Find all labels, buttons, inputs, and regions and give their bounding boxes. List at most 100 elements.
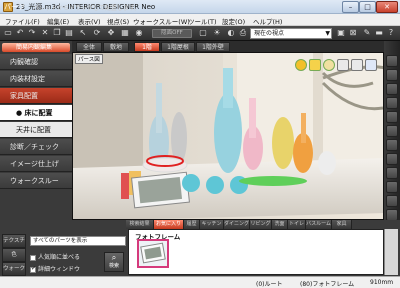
search-icon: ⌕: [111, 253, 117, 262]
fit-icon[interactable]: [365, 59, 377, 71]
hidden-surface-toggle[interactable]: 隠面OFF: [152, 29, 192, 38]
menu-bar: ファイル(F) 編集(E) 表示(V) 視点(S) ウォークスルー(W) ツール…: [0, 14, 400, 26]
delete-icon[interactable]: ✕: [40, 28, 50, 38]
redo-icon[interactable]: ↷: [27, 28, 37, 38]
tool-material-icon[interactable]: [386, 153, 398, 165]
parts-catalog: フォトフレーム: [128, 229, 384, 275]
photo-frame-thumbnail[interactable]: [137, 239, 169, 268]
checkbox-box[interactable]: [30, 254, 36, 261]
zoom-icon[interactable]: [337, 59, 349, 71]
tool-plant-icon[interactable]: [386, 167, 398, 179]
status-root: (0)ルート: [256, 281, 283, 288]
tool-people-icon[interactable]: [386, 195, 398, 207]
tab-kitchen[interactable]: キッチン: [200, 220, 224, 229]
left-panel: 簡易内観編集 内観確認 内装材設定 家具配置 ● 床に配置 天井に配置 診断／チ…: [0, 41, 72, 223]
tab-site[interactable]: 敷地: [103, 42, 129, 52]
search-button[interactable]: ⌕ 検索: [104, 252, 124, 272]
ruler-icon[interactable]: ▬: [374, 28, 384, 38]
tab-floor1[interactable]: 1階: [134, 42, 160, 52]
viewport-label: パース図: [75, 54, 103, 64]
camera-icon[interactable]: ◉: [134, 28, 144, 38]
catalog-scrollbar[interactable]: [384, 229, 398, 275]
color-button[interactable]: 色: [2, 248, 26, 262]
maximize-button[interactable]: □: [359, 1, 376, 13]
viewpoint-delete-icon[interactable]: ⊠: [348, 28, 358, 38]
paste-icon[interactable]: ▤: [64, 28, 74, 38]
look-icon[interactable]: [323, 59, 335, 71]
render-icon[interactable]: ◐: [226, 28, 236, 38]
parts-hint: パレットからドラッグして配置します。: [33, 5, 141, 12]
viewport-nav: [295, 59, 383, 71]
status-dimension: 910mm: [370, 279, 394, 286]
tab-dining[interactable]: ダイニング: [224, 220, 250, 229]
checkbox-box[interactable]: [30, 265, 36, 273]
sidebar-item-furniture[interactable]: 家具配置: [0, 88, 72, 104]
grid-icon[interactable]: ▦: [120, 28, 130, 38]
menu-settings[interactable]: 設定(O): [222, 16, 245, 26]
sidebar-subitem-ceiling[interactable]: 天井に配置: [0, 122, 72, 138]
walk-button[interactable]: ウォーク: [2, 262, 26, 276]
undo-icon[interactable]: ↶: [15, 28, 25, 38]
light-icon[interactable]: ☀: [212, 28, 222, 38]
menu-viewpoint[interactable]: 視点(S): [107, 16, 129, 26]
sidebar-item-materials[interactable]: 内装材設定: [0, 71, 72, 87]
menu-tools[interactable]: ツール(T): [188, 16, 217, 26]
close-button[interactable]: ✕: [376, 1, 398, 13]
move-icon[interactable]: ✥: [106, 28, 116, 38]
viewpoint-select-value: 現在の視点: [254, 30, 285, 37]
menu-view[interactable]: 表示(V): [78, 16, 101, 26]
tab-floor1-wall[interactable]: 1階外壁: [196, 42, 230, 52]
parts-filter-select[interactable]: すべてのパーツを表示: [30, 236, 126, 246]
walk-icon[interactable]: [309, 59, 321, 71]
tab-living[interactable]: リビング: [250, 220, 272, 229]
minimize-button[interactable]: –: [342, 1, 359, 13]
orbit-icon[interactable]: [295, 59, 307, 71]
category-tabs: 検索結果 お気に入り 履歴 キッチン ダイニング リビング 洗面 トイレ バスル…: [126, 220, 400, 229]
tool-wall-icon[interactable]: [386, 69, 398, 81]
detail-window-checkbox[interactable]: 詳細ウィンドウ: [30, 264, 80, 273]
tool-stairs-icon[interactable]: [386, 111, 398, 123]
tool-furniture-icon[interactable]: [386, 125, 398, 137]
toolbar: ▭ ↶ ↷ ✕ ❐ ▤ ↖ ⟳ ✥ ▦ ◉ 隠面OFF ▢ ☀ ◐ ⎙ 現在の視…: [0, 26, 400, 41]
texture-button[interactable]: テクスチャ: [2, 234, 26, 256]
tool-light-icon[interactable]: [386, 139, 398, 151]
tool-room-icon[interactable]: [386, 55, 398, 67]
sidebar-item-image-finish[interactable]: イメージ仕上げ: [0, 156, 72, 172]
tab-washroom[interactable]: 洗面: [272, 220, 288, 229]
sidebar-item-walkthrough[interactable]: ウォークスルー: [0, 173, 72, 189]
tab-toilet[interactable]: トイレ: [288, 220, 306, 229]
menu-file[interactable]: ファイル(F): [5, 16, 40, 26]
tool-door-icon[interactable]: [386, 83, 398, 95]
tab-bathroom[interactable]: バスルーム: [306, 220, 332, 229]
tab-whole[interactable]: 全体: [76, 42, 102, 52]
tab-furniture[interactable]: 家具: [332, 220, 352, 229]
right-tool-strip: [384, 41, 400, 223]
tool-exterior-icon[interactable]: [386, 181, 398, 193]
menu-edit[interactable]: 編集(E): [47, 16, 69, 26]
sidebar-item-interior-check[interactable]: 内観確認: [0, 54, 72, 70]
tab-search-results[interactable]: 検索結果: [126, 220, 154, 229]
sidebar-item-diagnosis[interactable]: 診断／チェック: [0, 139, 72, 155]
menu-help[interactable]: ヘルプ(H): [253, 16, 282, 26]
tab-floor1-roof[interactable]: 1階屋根: [161, 42, 195, 52]
viewpoint-select[interactable]: 現在の視点 ▼: [250, 28, 332, 39]
menu-walkthrough[interactable]: ウォークスルー(W): [133, 16, 190, 26]
select-icon[interactable]: ↖: [78, 28, 88, 38]
rotate-icon[interactable]: ⟳: [92, 28, 102, 38]
mode-tab[interactable]: 簡易内観編集: [2, 43, 70, 52]
sidebar-subitem-floor[interactable]: ● 床に配置: [0, 105, 72, 121]
tool-window-icon[interactable]: [386, 97, 398, 109]
perspective-viewport[interactable]: パース図: [72, 52, 384, 220]
copy-icon[interactable]: ❐: [52, 28, 62, 38]
pen-icon[interactable]: ✎: [362, 28, 372, 38]
tab-favorites[interactable]: お気に入り: [154, 220, 184, 229]
new-icon[interactable]: ▭: [3, 28, 13, 38]
wireframe-icon[interactable]: ▢: [198, 28, 208, 38]
print-icon[interactable]: ⎙: [238, 28, 248, 38]
detail-window-label: 詳細ウィンドウ: [38, 266, 81, 273]
help-icon[interactable]: ?: [386, 28, 396, 38]
popular-sort-checkbox[interactable]: 人気順に並べる: [30, 252, 80, 261]
tab-history[interactable]: 履歴: [184, 220, 200, 229]
viewpoint-save-icon[interactable]: ▣: [336, 28, 346, 38]
pan-icon[interactable]: [351, 59, 363, 71]
